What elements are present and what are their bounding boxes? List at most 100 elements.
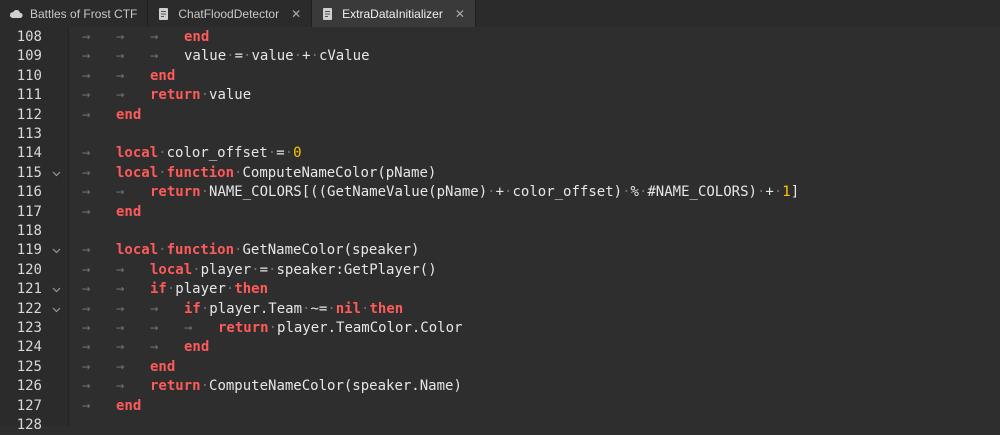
keyword-token: local (116, 242, 159, 259)
code-token: #NAME_COLORS) (647, 184, 757, 201)
keyword-token: function (166, 164, 235, 181)
code-text: → → local·player·=·speaker:GetPlayer() (82, 261, 437, 280)
code-text: → end (82, 203, 141, 222)
code-line[interactable]: 121 → → if·player·then (0, 280, 1000, 299)
code-token: player (200, 261, 252, 278)
code-token: = (276, 145, 285, 162)
code-line[interactable]: 125 → → end (0, 358, 1000, 377)
line-number: 111 (16, 87, 42, 104)
line-number: 117 (16, 203, 42, 220)
code-line[interactable]: 122 → → → if·player.Team·~=·nil·then (0, 300, 1000, 319)
code-text: → → return·NAME_COLORS[((GetNameValue(pNam… (82, 183, 799, 202)
indent-arrow-icon: → (116, 378, 125, 395)
indent-arrow-icon: → (82, 339, 91, 356)
whitespace-marker: · (293, 48, 303, 65)
code-text: → → return·value (82, 86, 251, 105)
line-number: 116 (16, 184, 42, 201)
code-token: + (495, 184, 505, 201)
line-number: 113 (16, 126, 42, 142)
indent-arrow-icon: → (150, 300, 159, 317)
line-number: 109 (16, 48, 42, 65)
code-line[interactable]: 119 → local·function·GetNameColor(speaker) (0, 241, 1000, 260)
code-token: value (184, 48, 227, 65)
line-number: 114 (16, 145, 42, 162)
code-line[interactable]: 112 → end (0, 106, 1000, 125)
code-line[interactable]: 120 → → local·player·=·speaker:GetPlayer() (0, 261, 1000, 280)
indent-arrow-icon: → (82, 320, 91, 336)
code-token: ] (790, 184, 800, 201)
script-icon (156, 6, 172, 22)
line-number: 125 (16, 358, 42, 375)
code-line[interactable]: 124 → → → end (0, 338, 1000, 357)
indent-arrow-icon: → (150, 29, 159, 45)
keyword-token: local (150, 261, 193, 278)
code-token: color_offset) (512, 184, 623, 201)
tab-battles-of-frost-ctf[interactable]: Battles of Frost CTF (0, 0, 149, 27)
indent-arrow-icon: → (82, 281, 91, 298)
tab-chatflooddetector[interactable]: ChatFloodDetector ✕ (148, 0, 313, 27)
whitespace-marker: · (158, 145, 167, 162)
code-line[interactable]: 117 → end (0, 203, 1000, 222)
code-text: → → if·player·then (82, 280, 268, 299)
tab-bar: Battles of Frost CTF ChatFloodDetector ✕ Ex… (0, 0, 1000, 28)
code-token: ComputeNameColor(pName) (242, 164, 437, 181)
code-line[interactable]: 109 → → → value·=·value·+·cValue (0, 47, 1000, 66)
line-number: 108 (16, 29, 42, 45)
whitespace-marker: · (284, 145, 294, 162)
number-token: 1 (782, 184, 791, 201)
code-line[interactable]: 127 → end (0, 397, 1000, 416)
indent-arrow-icon: → (82, 184, 91, 201)
fold-chevron-icon[interactable] (52, 241, 61, 260)
keyword-token: end (116, 203, 142, 220)
indent-arrow-icon: → (150, 320, 159, 336)
close-icon[interactable]: ✕ (455, 7, 465, 21)
tab-label: ChatFloodDetector (178, 6, 280, 21)
code-line[interactable]: 111 → → return·value (0, 86, 1000, 105)
indent-arrow-icon: → (82, 203, 91, 220)
line-number: 118 (16, 223, 42, 239)
code-editor[interactable]: 108 → → → end 109 → → → value·=·value·+·cValue 110… (0, 27, 1000, 433)
code-token: value (209, 87, 252, 104)
keyword-token: return (150, 87, 201, 104)
keyword-token: end (150, 358, 176, 375)
keyword-token: if (184, 300, 201, 317)
code-line[interactable]: 108 → → → end (0, 28, 1000, 47)
script-icon (320, 6, 336, 22)
code-line[interactable]: 113 (0, 125, 1000, 144)
code-text: → end (82, 106, 141, 125)
cloud-icon (8, 6, 24, 22)
code-token: = (234, 48, 244, 65)
code-token: ~= (310, 300, 328, 317)
code-line[interactable]: 114 → local·color_offset·=·0 (0, 144, 1000, 163)
fold-chevron-icon[interactable] (52, 280, 61, 299)
code-line[interactable]: 123 → → → → return·player.TeamColor.Color (0, 319, 1000, 338)
code-line[interactable]: 115 → local·function·ComputeNameColor(pNam… (0, 164, 1000, 183)
keyword-token: return (218, 320, 269, 336)
whitespace-marker: · (622, 184, 631, 201)
tab-extradatainitializer[interactable]: ExtraDataInitializer ✕ (312, 0, 476, 27)
whitespace-marker: · (327, 300, 336, 317)
indent-arrow-icon: → (116, 358, 125, 375)
keyword-token: then (234, 281, 269, 298)
keyword-token: end (184, 339, 210, 356)
close-icon[interactable]: ✕ (291, 7, 301, 21)
code-line[interactable]: 116 → → return·NAME_COLORS[((GetNameValue(p… (0, 183, 1000, 202)
indent-arrow-icon: → (116, 67, 125, 84)
whitespace-marker: · (200, 184, 210, 201)
code-token: player.Team (209, 300, 303, 317)
keyword-token: end (184, 29, 210, 45)
code-token: cValue (318, 48, 370, 65)
code-line[interactable]: 118 (0, 222, 1000, 241)
whitespace-marker: · (158, 242, 167, 259)
whitespace-marker: · (773, 184, 783, 201)
code-line[interactable]: 126 → → return·ComputeNameColor(speaker.Nam… (0, 377, 1000, 396)
indent-arrow-icon: → (184, 320, 193, 336)
code-line[interactable]: 110 → → end (0, 67, 1000, 86)
code-text: → → → end (82, 28, 209, 47)
keyword-token: end (116, 106, 142, 123)
whitespace-marker: · (192, 261, 201, 278)
fold-chevron-icon[interactable] (52, 300, 61, 319)
fold-chevron-icon[interactable] (52, 164, 61, 183)
code-text: → local·function·ComputeNameColor(pName) (82, 164, 436, 183)
code-text: → → return·ComputeNameColor(speaker.Name) (82, 377, 462, 396)
